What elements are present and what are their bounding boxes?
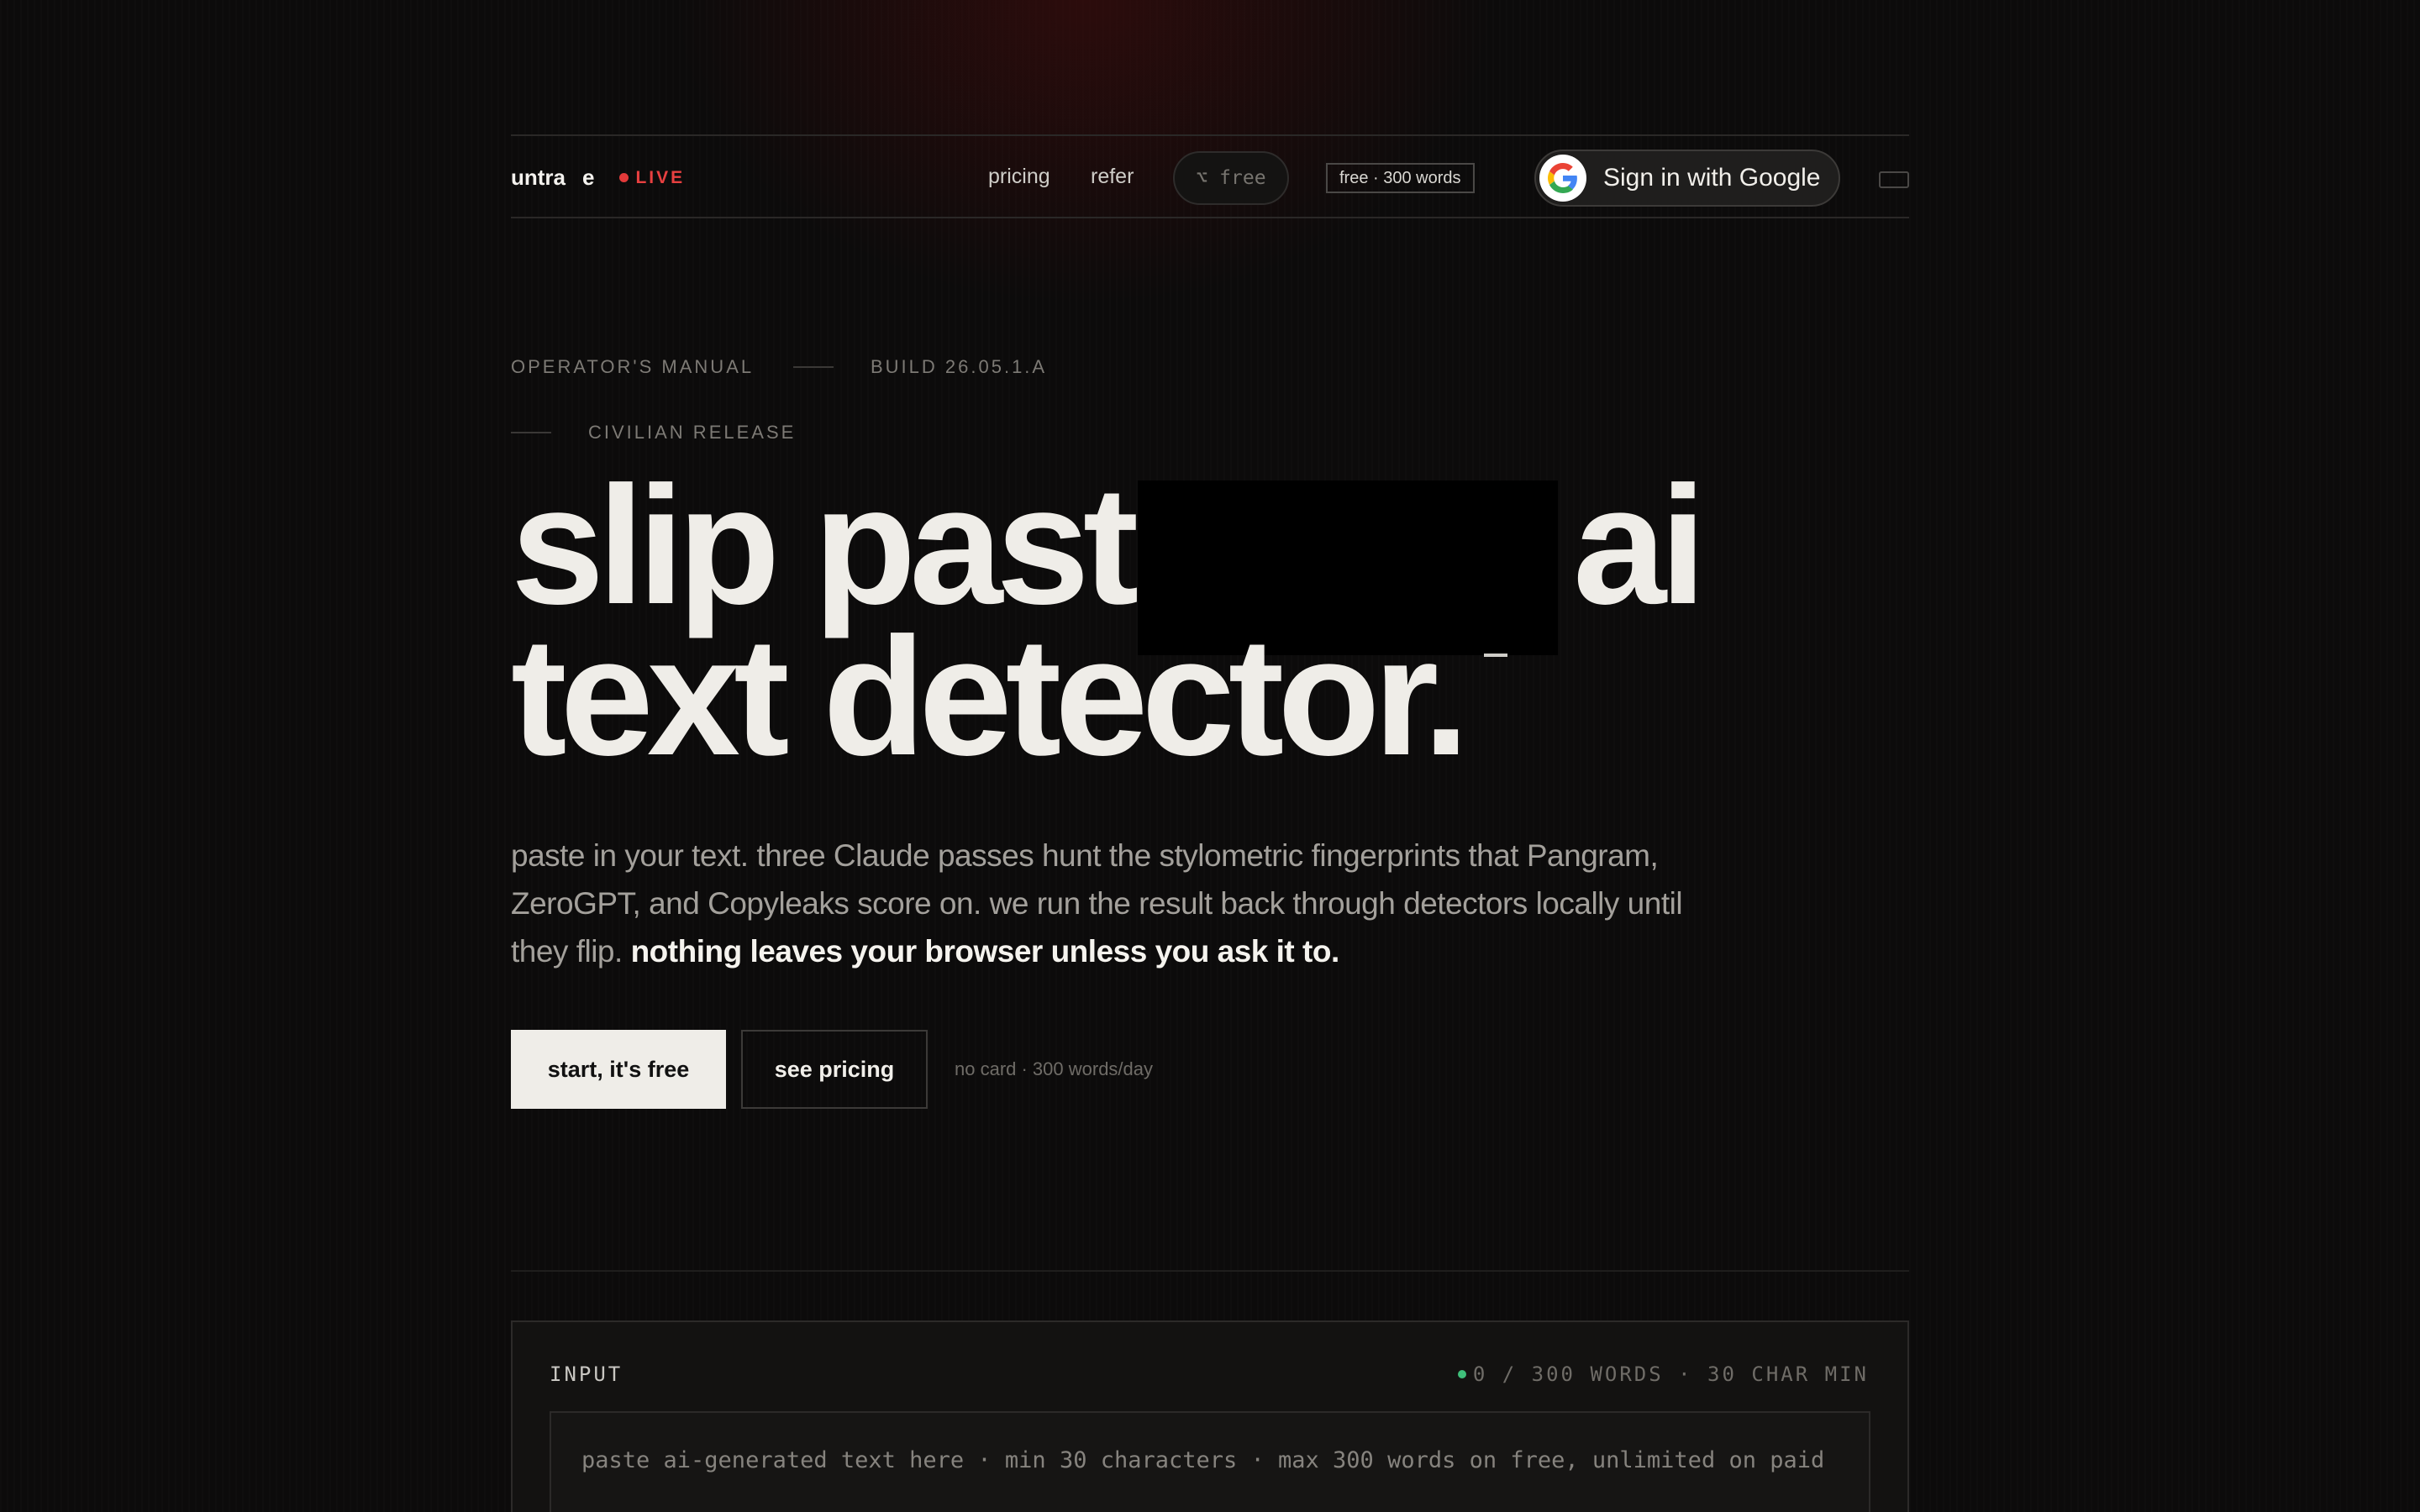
google-sign-in-label: Sign in with Google (1603, 164, 1821, 192)
brand-mark: e (582, 165, 595, 190)
nav-link-refer[interactable]: refer (1091, 165, 1134, 189)
page-container: untra e LIVE pricing refer ⌥ free free ·… (511, 0, 1909, 1512)
hero-subheadline: paste in your text. three Claude passes … (511, 832, 1721, 975)
top-nav: untra e LIVE pricing refer ⌥ free free ·… (511, 134, 1909, 218)
input-panel-label: INPUT (550, 1362, 623, 1386)
eyebrow-divider (793, 366, 834, 368)
see-pricing-button[interactable]: see pricing (741, 1030, 928, 1109)
section-divider (511, 1270, 1909, 1272)
headline-line-2: text detector. (511, 603, 1470, 790)
eyebrow-release: CIVILIAN RELEASE (588, 422, 797, 443)
plan-badge: free · 300 words (1326, 163, 1475, 193)
input-textarea[interactable] (550, 1411, 1870, 1512)
eyebrow-divider (511, 432, 551, 433)
typing-cursor (1484, 654, 1507, 657)
google-sign-in-button[interactable]: Sign in with Google (1534, 150, 1840, 207)
brand-name: untra (511, 165, 566, 190)
status-dot-icon (1457, 1370, 1466, 1378)
word-counter-text: 0 / 300 WORDS · 30 CHAR MIN (1472, 1362, 1869, 1386)
eyebrow-build: BUILD 26.05.1.A (871, 356, 1048, 377)
headline-line-1-end: ai (1573, 452, 1707, 639)
live-dot-icon (619, 173, 629, 182)
subheadline-emphasis: nothing leaves your browser unless you a… (630, 934, 1340, 969)
start-free-button[interactable]: start, it's free (511, 1030, 726, 1109)
input-panel: INPUT 0 / 300 WORDS · 30 CHAR MIN (511, 1320, 1909, 1512)
nav-link-pricing[interactable]: pricing (988, 165, 1050, 189)
free-mode-toggle[interactable]: ⌥ free (1173, 151, 1289, 205)
menu-toggle-icon[interactable] (1879, 171, 1909, 188)
live-label: LIVE (635, 167, 686, 187)
eyebrow-manual: OPERATOR'S MANUAL (511, 356, 755, 377)
live-indicator: LIVE (619, 168, 685, 188)
word-counter: 0 / 300 WORDS · 30 CHAR MIN (1457, 1362, 1869, 1386)
headline-line-1: slip past (511, 452, 1139, 639)
brand[interactable]: untra e LIVE (511, 165, 685, 191)
google-logo-icon (1539, 155, 1586, 202)
cta-note: no card · 300 words/day (955, 1058, 1154, 1079)
